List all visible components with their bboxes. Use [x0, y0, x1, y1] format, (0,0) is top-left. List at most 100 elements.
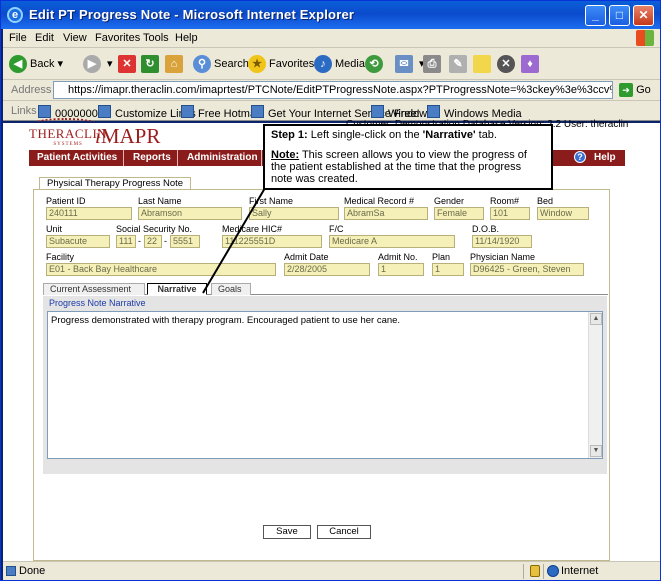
- field-admit-no: 1: [378, 263, 424, 276]
- security-zone: Internet: [561, 565, 599, 577]
- home-button[interactable]: ⌂: [165, 54, 186, 74]
- callout-step-suffix: tab.: [475, 129, 497, 141]
- field-physician: D96425 - Green, Steven: [470, 263, 584, 276]
- narrative-panel: Progress Note Narrative Progress demonst…: [43, 296, 607, 474]
- callout-step-prefix: Step 1:: [271, 129, 308, 141]
- forward-arrow-icon: ▶: [83, 55, 101, 74]
- address-label: Address: [11, 84, 52, 96]
- instruction-callout: Step 1: Left single-click on the 'Narrat…: [263, 124, 553, 190]
- nav-administration[interactable]: Administration: [187, 152, 258, 163]
- label-admit-no: Admit No.: [378, 252, 418, 262]
- media-icon: ♪: [314, 55, 332, 74]
- link-windows-media[interactable]: Windows Media: [427, 105, 522, 120]
- nav-help[interactable]: ? Help: [574, 151, 616, 163]
- favorites-label: Favorites: [269, 58, 315, 70]
- mail-button[interactable]: ✉ ▾: [395, 54, 425, 74]
- nav-help-label: Help: [594, 152, 616, 163]
- nav-patient-activities[interactable]: Patient Activities: [37, 152, 117, 163]
- cancel-button[interactable]: Cancel: [317, 525, 371, 539]
- save-button[interactable]: Save: [263, 525, 311, 539]
- menu-edit[interactable]: Edit: [35, 32, 54, 44]
- link-windows[interactable]: Windows: [371, 105, 433, 120]
- label-fc: F/C: [329, 224, 344, 234]
- field-dob: 11/14/1920: [472, 235, 532, 248]
- field-medical-record: AbramSa: [344, 207, 428, 220]
- status-divider: [543, 564, 544, 579]
- scroll-up-icon[interactable]: ▲: [590, 313, 602, 325]
- print-icon: ⎙: [423, 55, 441, 74]
- tab-goals[interactable]: Goals: [211, 283, 251, 295]
- callout-step-tab: 'Narrative': [422, 129, 476, 141]
- field-last-name: Abramson: [138, 207, 242, 220]
- go-button[interactable]: ➜ Go: [619, 83, 651, 97]
- close-button[interactable]: ✕: [633, 5, 654, 26]
- field-first-name: Sally: [249, 207, 339, 220]
- edit-page-button[interactable]: ✎: [449, 54, 470, 74]
- help-icon: ?: [574, 151, 586, 163]
- field-ssn-part1: 111: [116, 235, 136, 248]
- label-admit-date: Admit Date: [284, 252, 329, 262]
- search-label: Search: [214, 58, 249, 70]
- menu-favorites[interactable]: Favorites: [95, 32, 140, 44]
- label-first-name: First Name: [249, 196, 294, 206]
- narrative-text: Progress demonstrated with therapy progr…: [51, 315, 401, 326]
- stop-button[interactable]: ✕: [118, 54, 139, 74]
- browser-chrome: File Edit View Favorites Tools Help ◀ Bac…: [3, 29, 660, 121]
- menu-bar: File Edit View Favorites Tools Help: [3, 29, 660, 48]
- tab-narrative[interactable]: Narrative: [147, 283, 207, 295]
- field-unit: Subacute: [46, 235, 110, 248]
- go-label: Go: [636, 84, 651, 96]
- label-unit: Unit: [46, 224, 63, 234]
- menu-tools[interactable]: Tools: [143, 32, 169, 44]
- tab-current-assessment[interactable]: Current Assessment: [43, 283, 145, 295]
- lock-icon: [530, 565, 540, 577]
- go-arrow-icon: ➜: [619, 83, 633, 97]
- field-admit-date: 2/28/2005: [284, 263, 370, 276]
- field-medicare: 111225551D: [222, 235, 322, 248]
- label-bed: Bed: [537, 196, 554, 206]
- stop-icon: ✕: [118, 55, 136, 74]
- label-patient-id: Patient ID: [46, 196, 86, 206]
- browser-window: e Edit PT Progress Note - Microsoft Inte…: [0, 0, 661, 581]
- favorites-button[interactable]: ★ Favorites: [248, 54, 314, 74]
- messenger-button[interactable]: ♦: [521, 54, 542, 74]
- back-label: Back: [30, 58, 55, 70]
- menu-file[interactable]: File: [9, 32, 27, 44]
- nav-reports[interactable]: Reports: [133, 152, 171, 163]
- forward-button[interactable]: ▶ ▾: [83, 54, 113, 74]
- back-button[interactable]: ◀ Back ▾: [9, 54, 63, 74]
- menu-view[interactable]: View: [63, 32, 87, 44]
- field-fc: Medicare A: [329, 235, 455, 248]
- field-plan: 1: [432, 263, 464, 276]
- label-dob: D.O.B.: [472, 224, 500, 234]
- media-button[interactable]: ♪ Media: [314, 54, 365, 74]
- print-button[interactable]: ⎙: [423, 54, 444, 74]
- minimize-button[interactable]: _: [585, 5, 606, 26]
- search-button[interactable]: ⚲ Search: [193, 54, 249, 74]
- label-ssn: Social Security No.: [116, 224, 193, 234]
- links-bar: Links 00000001 Customize Links Free Hotm…: [3, 101, 660, 121]
- callout-step: Step 1: Left single-click on the 'Narrat…: [271, 129, 545, 141]
- link-free-hotmail[interactable]: Free Hotmail: [181, 105, 261, 120]
- internet-globe-icon: [547, 565, 559, 577]
- field-ssn-part2: 22: [144, 235, 162, 248]
- scroll-down-icon[interactable]: ▼: [590, 445, 602, 457]
- research-button[interactable]: ✕: [497, 54, 518, 74]
- window-title: Edit PT Progress Note - Microsoft Intern…: [29, 7, 355, 22]
- address-input[interactable]: https://imapr.theraclin.com/imaprtest/PT…: [53, 81, 613, 99]
- field-patient-id: 240111: [46, 207, 132, 220]
- history-button[interactable]: ⟲: [365, 54, 386, 74]
- label-gender: Gender: [434, 196, 465, 206]
- search-icon: ⚲: [193, 55, 211, 74]
- callout-note-text: This screen allows you to view the progr…: [271, 149, 527, 185]
- label-physician: Physician Name: [470, 252, 536, 262]
- menu-help[interactable]: Help: [175, 32, 198, 44]
- narrative-textarea[interactable]: Progress demonstrated with therapy progr…: [47, 311, 603, 459]
- maximize-button[interactable]: □: [609, 5, 630, 26]
- refresh-button[interactable]: ↻: [141, 54, 162, 74]
- label-facility: Facility: [46, 252, 75, 262]
- callout-note-label: Note:: [271, 149, 300, 161]
- label-medicare: Medicare HIC#: [222, 224, 283, 234]
- narrative-scrollbar[interactable]: ▲ ▼: [588, 312, 602, 458]
- discuss-button[interactable]: [473, 54, 494, 74]
